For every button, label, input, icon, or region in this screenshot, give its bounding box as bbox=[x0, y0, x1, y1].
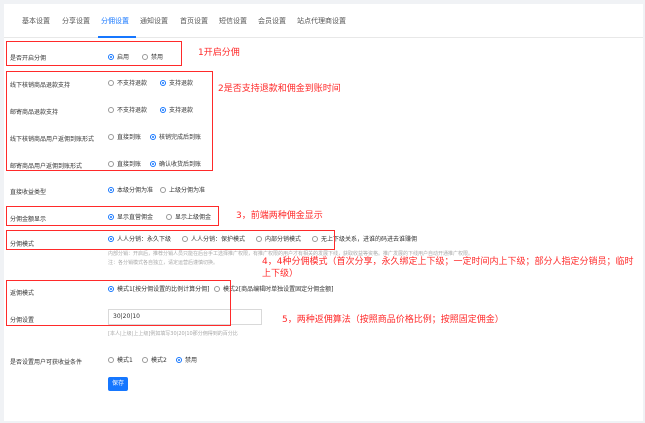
radio-unchecked-icon bbox=[160, 186, 166, 193]
annotation-5: 5，两种返佣算法（按照商品价格比例；按照固定佣金） bbox=[282, 315, 504, 325]
income-type-label: 直接收益类型 bbox=[10, 189, 47, 196]
condition-option-mode1[interactable]: 模式1 bbox=[108, 355, 133, 364]
condition-label: 是否设置用户可获收益条件 bbox=[10, 359, 83, 366]
tab-share[interactable]: 分享设置 bbox=[62, 16, 90, 26]
tab-sms[interactable]: 短信设置 bbox=[219, 16, 247, 26]
active-tab-indicator bbox=[98, 36, 136, 38]
rebate-option-fixed[interactable]: 模式2[商品编辑时单独设置固定分佣金额] bbox=[214, 284, 334, 293]
tab-home[interactable]: 首页设置 bbox=[180, 16, 208, 26]
tab-basic[interactable]: 基本设置 bbox=[22, 16, 50, 26]
annotation-box-3 bbox=[6, 206, 219, 226]
annotation-4: 4，4种分佣模式（首次分享，永久绑定上下级；一定时间内上下级；部分人指定分销员；… bbox=[262, 257, 634, 279]
radio-unchecked-icon bbox=[142, 356, 148, 363]
income-type-option-self[interactable]: 本级分佣为准 bbox=[108, 185, 153, 194]
condition-option-mode2[interactable]: 模式2 bbox=[142, 355, 167, 364]
radio-unchecked-icon bbox=[108, 356, 114, 363]
tab-member[interactable]: 会员设置 bbox=[258, 16, 286, 26]
income-type-option-parent[interactable]: 上级分佣为准 bbox=[160, 185, 205, 194]
settings-panel: 基本设置 分享设置 分佣设置 通知设置 首页设置 短信设置 会员设置 站点代理商… bbox=[4, 4, 643, 421]
annotation-box-1 bbox=[6, 41, 182, 66]
annotation-box-2 bbox=[6, 71, 213, 171]
condition-option-disabled[interactable]: 禁用 bbox=[176, 355, 197, 364]
annotation-1: 1开启分佣 bbox=[198, 48, 240, 58]
setting-hint: [本人|上级|上上级]例如填写30|20|10那分佣得到的百分比 bbox=[108, 331, 238, 337]
mode-note-warning: 注：各分销模式各自独立，请定运营后谨慎切换。 bbox=[108, 260, 219, 266]
annotation-2: 2是否支持退款和佣金到账时间 bbox=[218, 84, 341, 94]
annotation-3: 3，前端两种佣金显示 bbox=[236, 211, 323, 221]
tab-bar: 基本设置 分享设置 分佣设置 通知设置 首页设置 短信设置 会员设置 站点代理商… bbox=[4, 4, 643, 38]
radio-checked-icon bbox=[176, 356, 182, 363]
tab-site-agent[interactable]: 站点代理商设置 bbox=[297, 16, 346, 26]
annotation-box-5 bbox=[6, 280, 231, 326]
tab-commission[interactable]: 分佣设置 bbox=[101, 16, 129, 26]
save-button[interactable]: 保存 bbox=[108, 377, 128, 391]
annotation-box-4 bbox=[6, 230, 335, 250]
radio-checked-icon bbox=[108, 186, 114, 193]
tab-notify[interactable]: 通知设置 bbox=[140, 16, 168, 26]
